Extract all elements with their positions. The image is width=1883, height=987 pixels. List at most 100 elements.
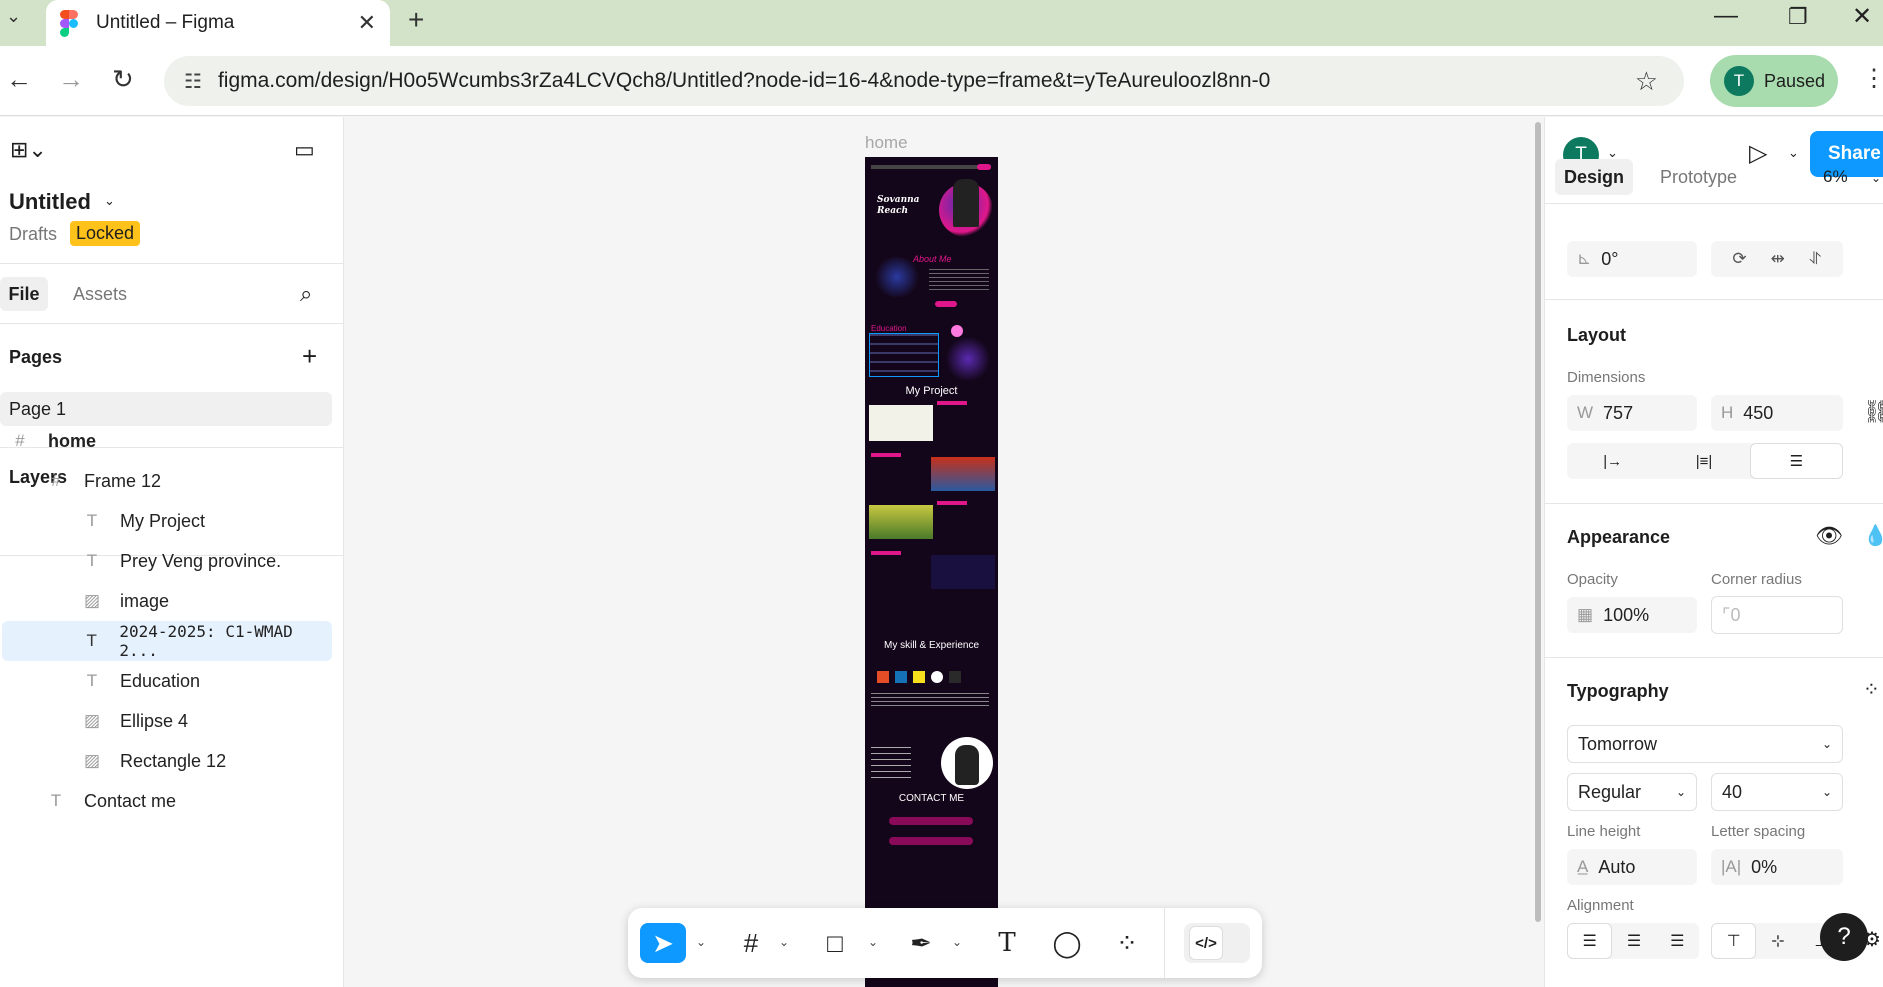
text-tool-icon[interactable]: T	[990, 923, 1024, 963]
align-top-icon[interactable]: ⊤	[1711, 923, 1757, 959]
text-styles-icon[interactable]: ⁘	[1863, 677, 1880, 702]
search-icon[interactable]: ⌕	[300, 281, 312, 307]
line-height-field[interactable]: A̲ Auto	[1567, 849, 1697, 885]
letter-spacing-field[interactable]: |A| 0%	[1711, 849, 1843, 885]
rotation-value[interactable]: 0°	[1601, 249, 1618, 270]
url-text[interactable]: figma.com/design/H0o5Wcumbs3rZa4LCVQch8/…	[218, 69, 1635, 93]
toggle-sidebar-icon[interactable]: ▭	[294, 137, 315, 163]
layer-item[interactable]: T Prey Veng province.	[0, 541, 344, 581]
frame-label[interactable]: home	[865, 133, 908, 153]
line-height-value[interactable]: Auto	[1598, 857, 1635, 878]
font-size-value[interactable]: 40	[1722, 782, 1822, 803]
zoom-chevron-icon[interactable]: ⌄	[1871, 171, 1881, 185]
file-menu-chevron-icon[interactable]: ⌄	[104, 193, 115, 209]
zoom-level[interactable]: 6%	[1823, 167, 1848, 187]
rotation-field[interactable]: ⊾ 0°	[1567, 241, 1697, 277]
image-icon: ▨	[84, 591, 101, 610]
main-menu-icon[interactable]: ⊞⌄	[10, 137, 47, 163]
present-chevron-icon[interactable]: ⌄	[1788, 145, 1799, 161]
comment-tool-icon[interactable]: ◯	[1050, 923, 1084, 963]
tab-design[interactable]: Design	[1555, 159, 1633, 195]
opacity-value[interactable]: 100%	[1603, 605, 1649, 626]
move-tool-chevron-icon[interactable]: ⌄	[696, 935, 706, 949]
align-middle-icon[interactable]: ⊹	[1756, 923, 1799, 959]
layer-item[interactable]: T My Project	[0, 501, 344, 541]
corner-radius-field[interactable]: ⌜ 0	[1711, 596, 1843, 634]
text-icon: T	[86, 511, 98, 530]
align-left-icon[interactable]: ☰	[1567, 923, 1613, 959]
width-field[interactable]: W 757	[1567, 395, 1697, 431]
constrain-proportions-icon[interactable]: ⛓	[1863, 399, 1883, 425]
browser-tab[interactable]: Untitled – Figma ✕	[46, 0, 390, 46]
hug-width-icon[interactable]: |≡|	[1658, 443, 1749, 479]
forward-icon[interactable]: →	[58, 64, 84, 95]
back-icon[interactable]: ←	[6, 64, 32, 95]
layer-item[interactable]: ▨ image	[0, 581, 344, 621]
shape-tool-chevron-icon[interactable]: ⌄	[868, 935, 878, 949]
font-size-field[interactable]: 40 ⌄	[1711, 773, 1843, 811]
move-tool-icon[interactable]: ➤	[640, 923, 686, 963]
dev-mode-toggle[interactable]: </>	[1184, 923, 1250, 963]
resources-tool-icon[interactable]: ⁘	[1110, 923, 1144, 963]
layer-item[interactable]: ▨ Ellipse 4	[0, 701, 344, 741]
width-value[interactable]: 757	[1603, 403, 1633, 424]
font-size-chevron-icon[interactable]: ⌄	[1822, 785, 1832, 799]
fixed-size-icon[interactable]: ☰	[1749, 443, 1843, 479]
help-button[interactable]: ?	[1820, 913, 1868, 961]
align-right-icon[interactable]: ☰	[1656, 923, 1699, 959]
font-family-select[interactable]: Tomorrow ⌄	[1567, 725, 1843, 763]
home-frame-preview[interactable]: Sovanna Reach About Me Education My Proj…	[865, 157, 998, 987]
pen-tool-chevron-icon[interactable]: ⌄	[952, 935, 962, 949]
tab-assets[interactable]: Assets	[73, 284, 127, 305]
reload-icon[interactable]: ↻	[112, 64, 134, 95]
flip-horizontal-icon[interactable]: ⇹	[1771, 249, 1785, 269]
bookmark-star-icon[interactable]: ☆	[1635, 66, 1658, 97]
font-weight-value: Regular	[1578, 781, 1642, 802]
horizontal-alignment-control: ☰ ☰ ☰	[1567, 923, 1699, 959]
window-close-icon[interactable]: ✕	[1852, 2, 1872, 31]
flip-vertical-icon[interactable]: ⥯	[1809, 249, 1822, 269]
blend-mode-icon[interactable]: 💧	[1863, 523, 1883, 548]
tab-search-icon[interactable]: ⌄	[6, 6, 21, 27]
file-location[interactable]: Drafts	[9, 224, 57, 245]
opacity-field[interactable]: ▦ 100%	[1567, 597, 1697, 633]
profile-button[interactable]: T Paused	[1710, 55, 1838, 107]
pen-tool-icon[interactable]: ✒	[904, 923, 938, 963]
tab-file[interactable]: File	[0, 277, 48, 311]
layer-item[interactable]: T Contact me	[0, 781, 344, 821]
letter-spacing-label: Letter spacing	[1711, 823, 1806, 840]
layer-item[interactable]: T Education	[0, 661, 344, 701]
height-field[interactable]: H 450	[1711, 395, 1843, 431]
letter-spacing-value[interactable]: 0%	[1751, 857, 1777, 878]
close-tab-icon[interactable]: ✕	[358, 10, 376, 36]
file-name[interactable]: Untitled	[9, 189, 91, 215]
rotate-90-icon[interactable]: ⟳	[1732, 249, 1746, 269]
canvas-scrollbar[interactable]	[1535, 122, 1541, 922]
fixed-width-icon[interactable]: |→	[1567, 443, 1658, 479]
url-bar[interactable]: ☷ figma.com/design/H0o5Wcumbs3rZa4LCVQch…	[164, 56, 1684, 106]
layer-item[interactable]: ▨ Rectangle 12	[0, 741, 344, 781]
new-tab-button[interactable]: +	[408, 4, 424, 36]
align-center-icon[interactable]: ☰	[1612, 923, 1655, 959]
visibility-eye-icon[interactable]: 👁	[1815, 523, 1843, 549]
height-value[interactable]: 450	[1743, 403, 1773, 424]
restore-icon[interactable]: ❐	[1788, 4, 1808, 30]
site-settings-icon[interactable]: ☷	[184, 69, 202, 94]
frame-tool-icon[interactable]: #	[734, 923, 768, 963]
layer-item[interactable]: # Frame 12	[0, 461, 344, 501]
frame-tool-chevron-icon[interactable]: ⌄	[779, 935, 789, 949]
minimize-icon[interactable]: —	[1714, 2, 1738, 30]
tab-prototype[interactable]: Prototype	[1660, 167, 1737, 188]
rectangle-tool-icon[interactable]: □	[818, 923, 852, 963]
canvas[interactable]: home Sovanna Reach About Me Education My…	[345, 117, 1543, 987]
height-prefix: H	[1721, 403, 1734, 422]
font-weight-select[interactable]: Regular ⌄	[1567, 773, 1697, 811]
corner-radius-value[interactable]: 0	[1730, 605, 1740, 626]
add-page-icon[interactable]: +	[302, 341, 317, 372]
present-play-icon[interactable]: ▷	[1749, 139, 1767, 168]
locked-badge: Locked	[70, 221, 141, 246]
layer-name: Rectangle 12	[120, 750, 227, 771]
layer-item[interactable]: T 2024-2025: C1-WMAD 2...	[2, 621, 332, 661]
browser-menu-icon[interactable]: ⋮	[1862, 64, 1883, 93]
layer-item[interactable]: # home	[0, 421, 344, 461]
